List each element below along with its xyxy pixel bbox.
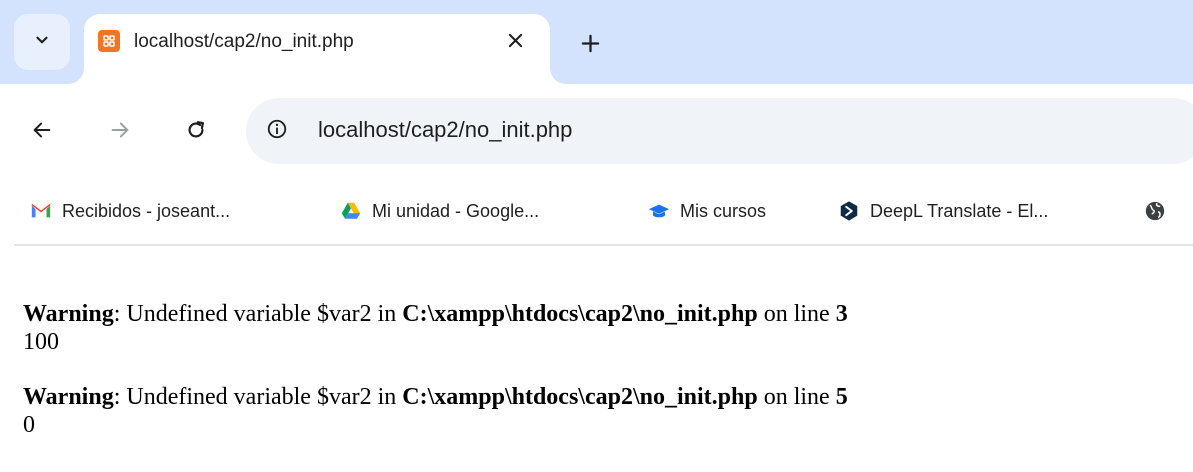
warning-line-number: 3 — [835, 301, 848, 327]
page-content: Warning: Undefined variable $var2 in C:\… — [23, 300, 1183, 439]
back-button[interactable] — [24, 114, 60, 150]
warning-line: Warning: Undefined variable $var2 in C:\… — [23, 300, 1183, 328]
warning-label: Warning — [23, 301, 114, 327]
warning-label: Warning — [23, 384, 114, 410]
gmail-icon — [30, 200, 52, 222]
bookmark-label: Recibidos - joseant... — [62, 200, 231, 221]
graduation-cap-icon — [648, 200, 670, 222]
script-output: 100 — [23, 329, 59, 355]
warning-text-line: on line — [757, 384, 836, 410]
warning-text: : Undefined variable $var2 in — [113, 301, 403, 327]
close-icon — [508, 33, 523, 53]
bookmark-label: Mis cursos — [680, 200, 767, 221]
warning-line: Warning: Undefined variable $var2 in C:\… — [23, 383, 1183, 411]
arrow-right-icon — [109, 119, 131, 146]
bookmark-globe[interactable] — [1144, 194, 1176, 228]
warning-line-number: 5 — [835, 384, 848, 410]
tab-search-button[interactable] — [14, 14, 70, 70]
warning-text: : Undefined variable $var2 in — [113, 384, 403, 410]
chevron-down-icon — [33, 31, 51, 54]
bookmark-mis-cursos[interactable]: Mis cursos — [648, 194, 766, 228]
bookmark-deepl[interactable]: DeepL Translate - El... — [838, 194, 1048, 228]
deepl-icon — [838, 200, 860, 222]
arrow-left-icon — [31, 119, 53, 146]
bookmark-google-drive[interactable]: Mi unidad - Google... — [340, 194, 539, 228]
reload-icon — [185, 119, 207, 146]
site-info-button[interactable] — [260, 114, 294, 148]
xampp-icon — [98, 30, 120, 52]
warning-path: C:\xampp\htdocs\cap2\no_init.php — [402, 384, 758, 410]
globe-icon — [1144, 200, 1166, 222]
warning-text-line: on line — [757, 301, 836, 327]
toolbar-divider — [14, 244, 1193, 246]
forward-button[interactable] — [102, 114, 138, 150]
plus-icon — [581, 34, 600, 58]
bookmark-label: Mi unidad - Google... — [372, 200, 540, 221]
php-warning-block: Warning: Undefined variable $var2 in C:\… — [23, 383, 1183, 439]
bookmark-gmail[interactable]: Recibidos - joseant... — [30, 194, 230, 228]
new-tab-button[interactable] — [572, 28, 608, 64]
bookmarks-bar: Recibidos - joseant... Mi unidad - Googl… — [0, 180, 1193, 244]
script-output: 0 — [23, 412, 35, 438]
warning-path: C:\xampp\htdocs\cap2\no_init.php — [402, 301, 758, 327]
bookmark-label: DeepL Translate - El... — [870, 200, 1049, 221]
info-icon — [266, 118, 288, 145]
php-warning-block: Warning: Undefined variable $var2 in C:\… — [23, 300, 1183, 356]
browser-toolbar: localhost/cap2/no_init.php — [0, 84, 1193, 180]
google-drive-icon — [340, 200, 362, 222]
address-url[interactable]: localhost/cap2/no_init.php — [318, 117, 572, 143]
reload-button[interactable] — [178, 114, 214, 150]
address-bar[interactable]: localhost/cap2/no_init.php — [246, 98, 1193, 164]
tab-close-button[interactable] — [500, 28, 530, 58]
active-tab[interactable]: localhost/cap2/no_init.php — [84, 14, 550, 84]
tab-strip: localhost/cap2/no_init.php — [0, 0, 1193, 84]
tab-title: localhost/cap2/no_init.php — [134, 31, 354, 52]
